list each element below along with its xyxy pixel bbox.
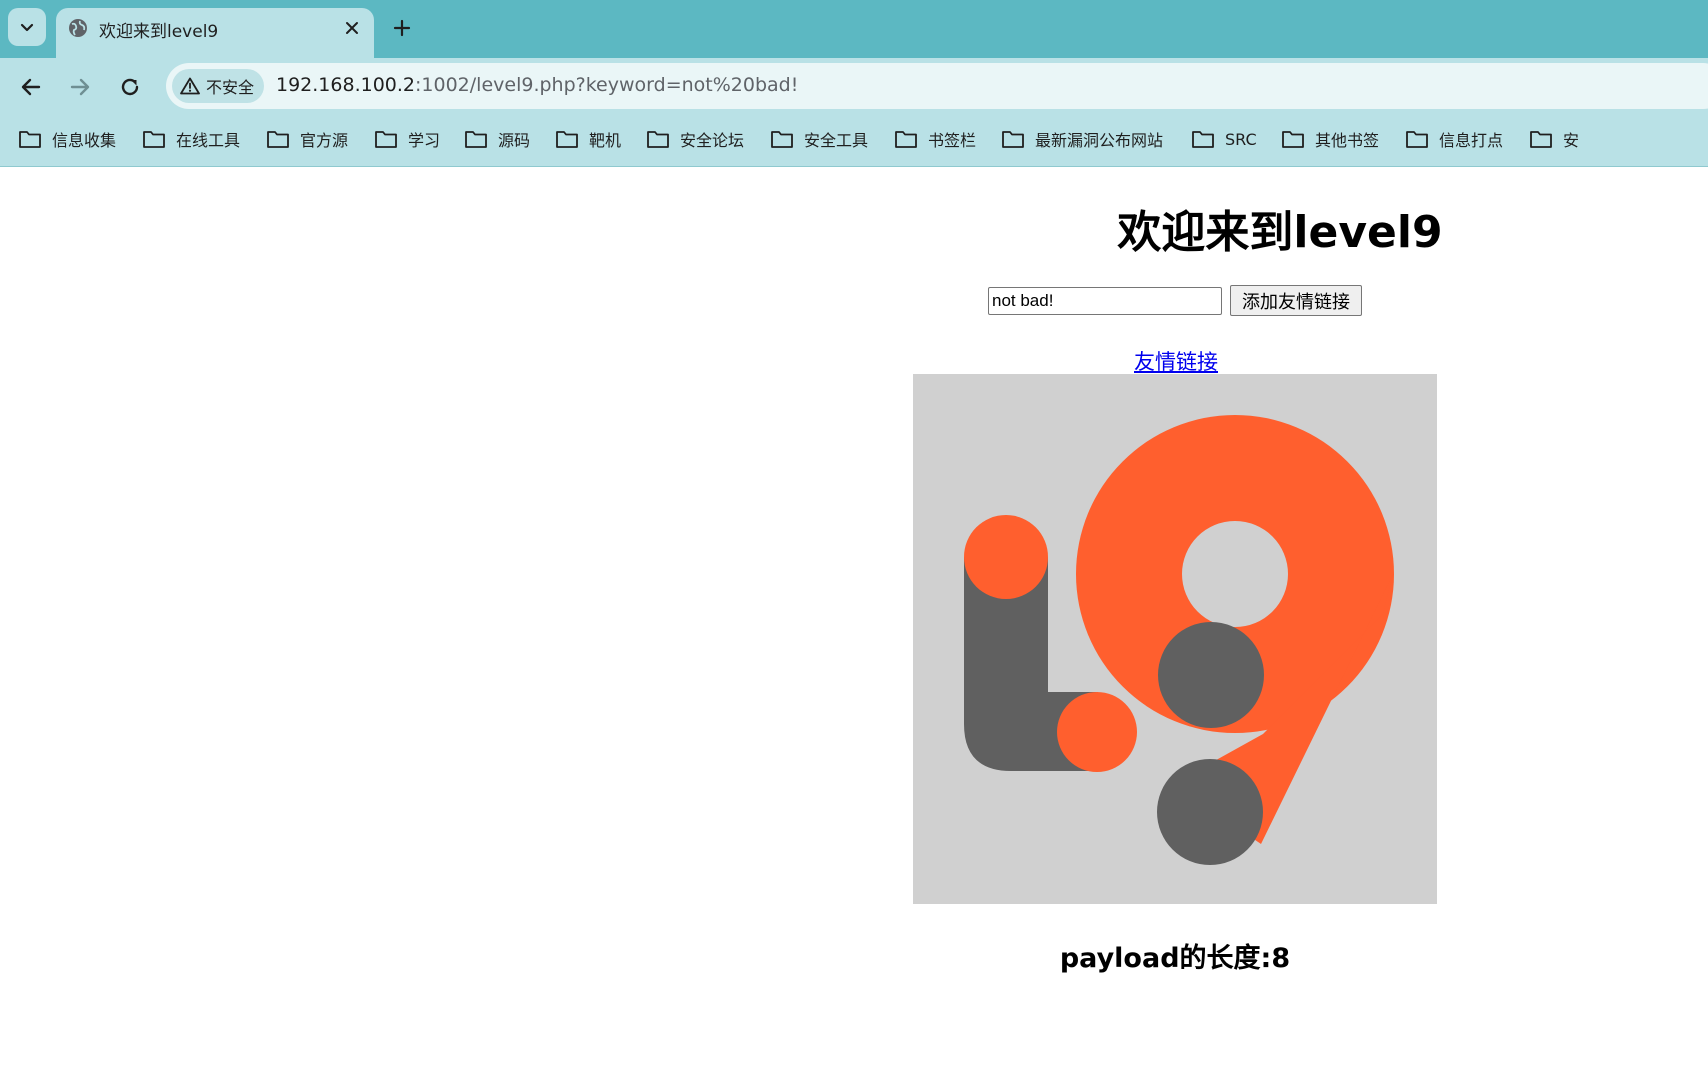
bookmark-label: 安: [1563, 131, 1580, 150]
forward-arrow-icon[interactable]: [67, 74, 93, 100]
tab-strip: 欢迎来到level9: [0, 0, 1708, 58]
warning-icon: [180, 77, 200, 95]
bookmark-folder[interactable]: 安: [1529, 126, 1579, 152]
folder-icon: [465, 131, 487, 148]
url-host: 192.168.100.2: [276, 74, 416, 96]
folder-icon: [1406, 131, 1428, 148]
back-arrow-icon[interactable]: [18, 74, 44, 100]
folder-icon: [1282, 131, 1304, 148]
bookmark-label: 其他书签: [1315, 131, 1380, 150]
globe-icon: [69, 19, 87, 37]
folder-icon: [143, 131, 165, 148]
folder-icon: [556, 131, 578, 148]
bookmark-label: 在线工具: [176, 131, 241, 150]
friend-link[interactable]: 友情链接: [1060, 346, 1292, 376]
new-tab-icon[interactable]: [390, 16, 414, 40]
address-bar[interactable]: 不安全 192.168.100.2:1002/level9.php?keywor…: [166, 63, 1708, 109]
reload-icon[interactable]: [117, 74, 143, 100]
keyword-input[interactable]: [988, 287, 1222, 315]
tab-title: 欢迎来到level9: [99, 22, 219, 42]
folder-icon: [1002, 131, 1024, 148]
folder-icon: [267, 131, 289, 148]
url-text[interactable]: 192.168.100.2:1002/level9.php?keyword=no…: [276, 74, 798, 96]
bookmark-folder[interactable]: SRC: [1191, 126, 1257, 152]
add-friend-link-button[interactable]: 添加友情链接: [1230, 285, 1362, 316]
tab-search-button[interactable]: [8, 8, 46, 46]
bookmark-label: 安全论坛: [680, 131, 745, 150]
security-label: 不安全: [206, 78, 255, 97]
bookmark-label: 安全工具: [804, 131, 869, 150]
bookmark-folder[interactable]: 其他书签: [1281, 126, 1379, 152]
folder-icon: [895, 131, 917, 148]
browser-tab[interactable]: 欢迎来到level9: [56, 8, 374, 58]
payload-length-text: payload的长度:8: [1059, 943, 1291, 974]
browser-toolbar: 不安全 192.168.100.2:1002/level9.php?keywor…: [0, 58, 1708, 114]
bookmark-label: 源码: [498, 131, 531, 150]
level9-logo: [913, 374, 1437, 904]
security-indicator[interactable]: 不安全: [172, 69, 265, 103]
bookmark-folder[interactable]: 学习: [374, 126, 440, 152]
folder-icon: [647, 131, 669, 148]
bookmark-label: SRC: [1225, 129, 1257, 149]
folder-icon: [771, 131, 793, 148]
bookmark-folder[interactable]: 信息收集: [18, 126, 116, 152]
bookmark-folder[interactable]: 官方源: [266, 126, 348, 152]
bookmark-folder[interactable]: 安全论坛: [646, 126, 744, 152]
bookmark-label: 官方源: [300, 131, 349, 150]
level9-logo-image: [913, 374, 1437, 904]
bookmark-label: 信息收集: [52, 131, 117, 150]
folder-icon: [375, 131, 397, 148]
bookmark-label: 最新漏洞公布网站: [1035, 131, 1164, 150]
close-icon[interactable]: [342, 18, 362, 38]
url-path: :1002/level9.php?keyword=not%20bad!: [415, 74, 799, 96]
bookmark-label: 信息打点: [1439, 131, 1504, 150]
folder-icon: [1530, 131, 1552, 148]
bookmark-label: 学习: [408, 131, 441, 150]
bookmark-folder[interactable]: 安全工具: [770, 126, 868, 152]
folder-icon: [1192, 131, 1214, 148]
bookmark-folder[interactable]: 信息打点: [1405, 126, 1503, 152]
bookmark-label: 书签栏: [928, 131, 977, 150]
bookmark-folder[interactable]: 靶机: [555, 126, 621, 152]
bookmark-folder[interactable]: 在线工具: [142, 126, 240, 152]
bookmark-folder[interactable]: 最新漏洞公布网站: [1001, 126, 1163, 152]
page-title: 欢迎来到level9: [1117, 207, 1443, 258]
bookmarks-bar: 信息收集 在线工具 官方源 学习 源码 靶机 安全论坛 安全工具 书签栏 最新漏洞公布网站 SRC 其…: [0, 114, 1708, 167]
bookmark-label: 靶机: [589, 131, 622, 150]
folder-icon: [19, 131, 41, 148]
bookmark-folder[interactable]: 书签栏: [894, 126, 976, 152]
chevron-down-icon: [20, 23, 34, 32]
bookmark-folder[interactable]: 源码: [464, 126, 530, 152]
